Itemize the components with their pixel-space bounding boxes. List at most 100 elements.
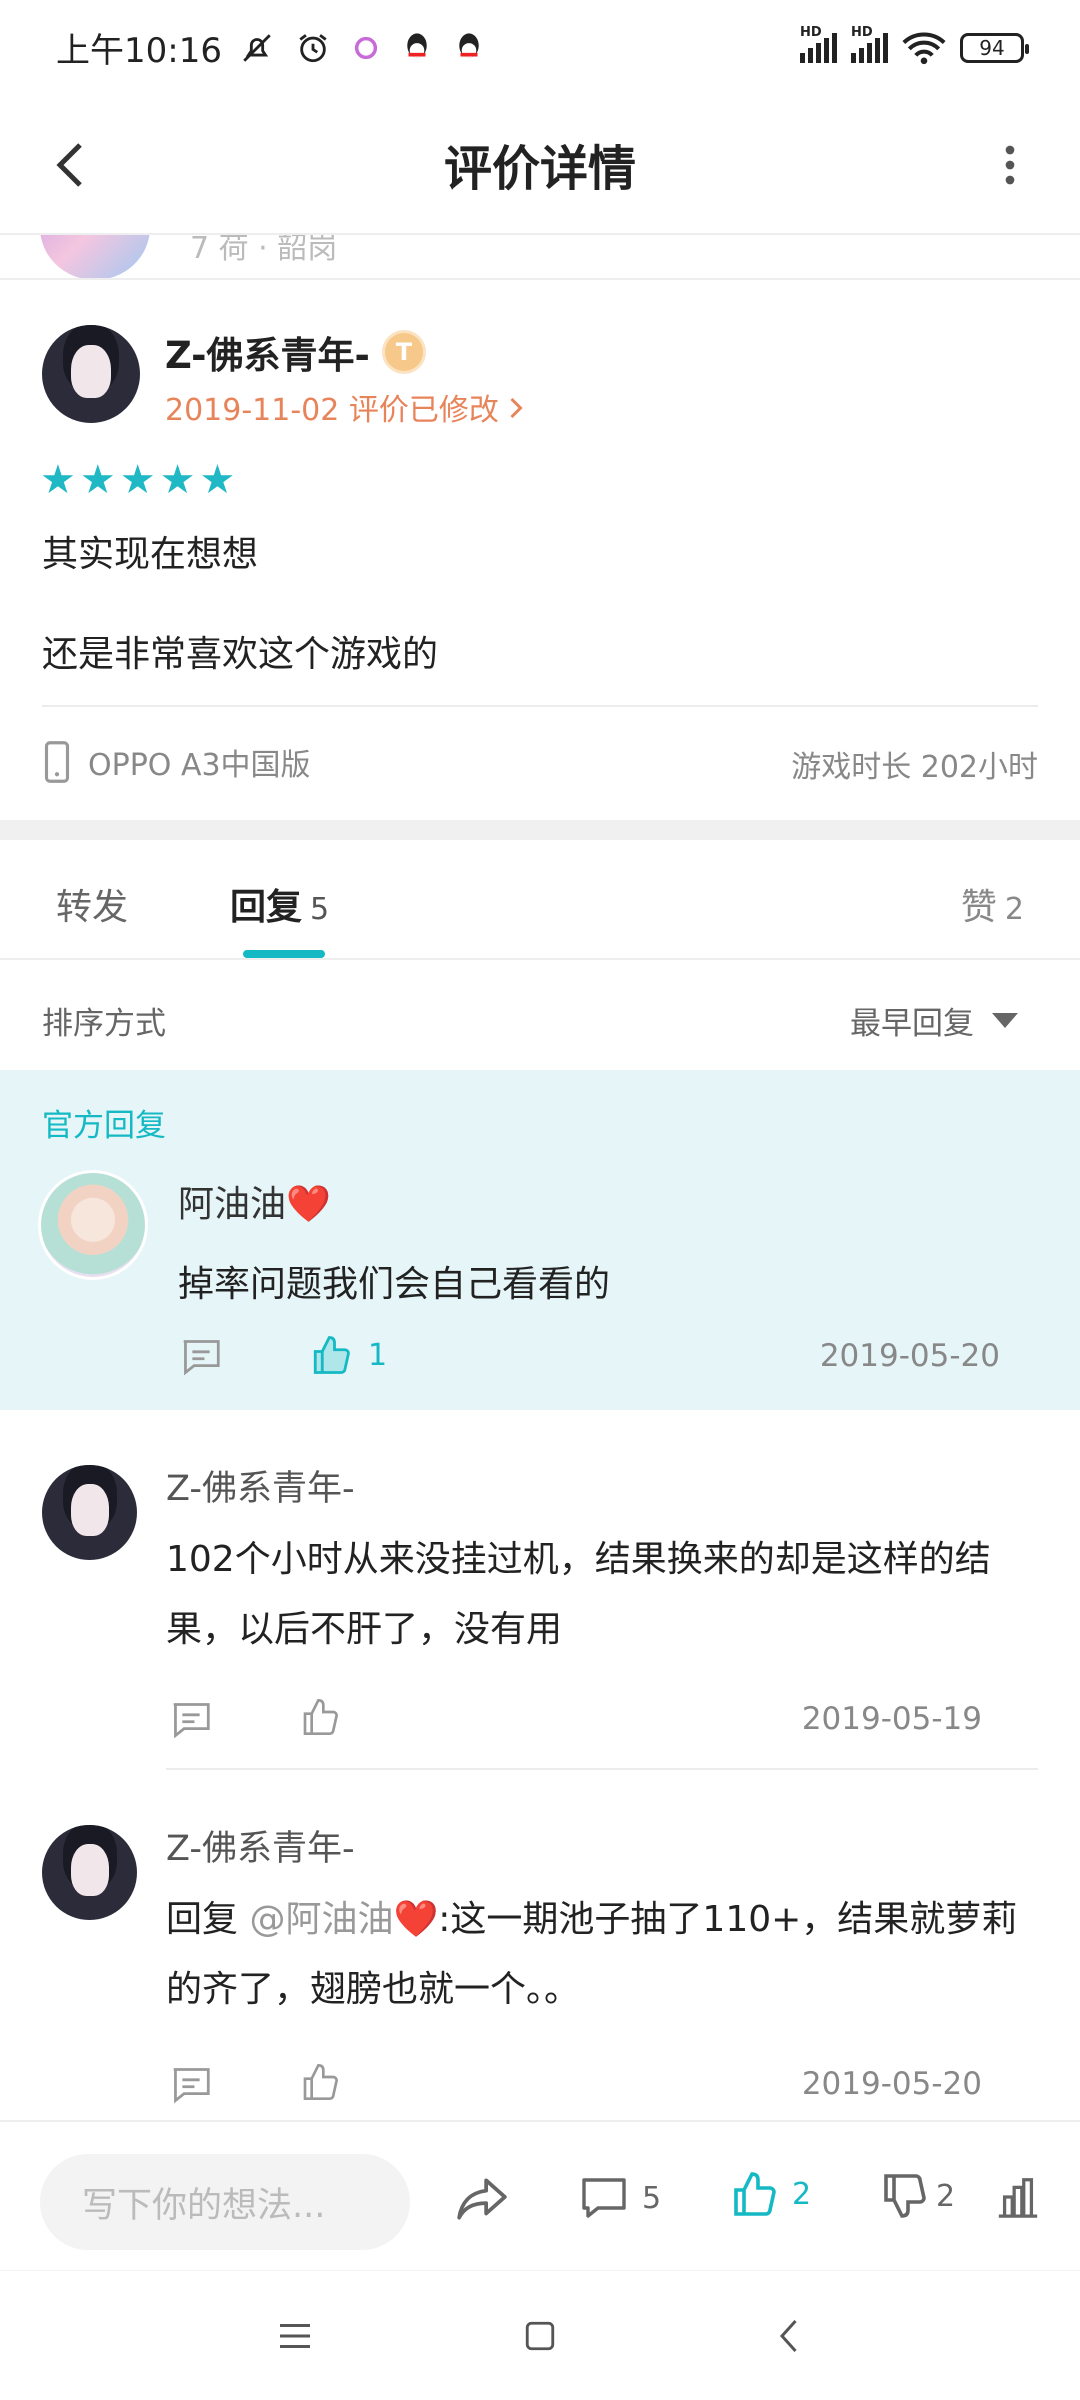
home-button[interactable] — [515, 2311, 565, 2361]
tab-bar: 转发 回复 5 赞2 — [0, 840, 1080, 960]
like-button[interactable] — [300, 2062, 340, 2102]
back-arrow-icon — [779, 2319, 797, 2353]
dislike-button[interactable]: 2 — [880, 2172, 955, 2220]
official-reply: 官方回复 阿油油❤️ 掉率问题我们会自己看看的 1 2019-05-20 — [0, 1070, 1080, 1410]
comment-input[interactable]: 写下你的想法... — [40, 2154, 410, 2250]
stats-button[interactable] — [995, 2174, 1041, 2224]
alarm-icon — [299, 33, 327, 62]
battery-indicator: 94 — [960, 32, 1029, 63]
phone-icon — [44, 741, 70, 783]
review-text-line: 还是非常喜欢这个游戏的 — [42, 634, 439, 675]
avatar[interactable] — [42, 325, 140, 423]
app-ring-icon — [354, 36, 378, 59]
tab-forward[interactable]: 转发 — [56, 878, 128, 930]
sort-bar: 排序方式 最早回复 — [0, 960, 1080, 1070]
star-icon: ★ — [119, 457, 156, 503]
thumbs-up-icon — [313, 1336, 350, 1374]
level-badge: T — [381, 330, 426, 374]
comment-author[interactable]: Z-佛系青年- — [166, 1820, 355, 1871]
username: Z-佛系青年- — [165, 334, 370, 377]
signal-icon: HD — [800, 25, 837, 63]
comment-button[interactable] — [170, 1701, 212, 1743]
thumbs-down-icon — [884, 2174, 926, 2218]
star-icon: ★ — [199, 457, 236, 503]
status-time: 上午10:16 — [56, 31, 222, 71]
device-info: OPPO A3中国版 — [42, 740, 311, 784]
avatar[interactable] — [42, 1825, 137, 1920]
review-text-line: 其实现在想想 — [42, 534, 259, 575]
reply-author[interactable]: 阿油油❤️ — [178, 1175, 331, 1227]
mention-link[interactable]: @阿油油❤️ — [249, 1899, 438, 1940]
active-tab-indicator — [243, 950, 325, 958]
review-author[interactable]: Z-佛系青年- T — [165, 325, 426, 379]
qq-icon — [407, 32, 427, 58]
avatar[interactable] — [38, 1170, 148, 1280]
wifi-icon — [902, 31, 946, 64]
review-date-edited[interactable]: 2019-11-02 评价已修改 — [165, 385, 524, 429]
star-icon: ★ — [79, 457, 116, 503]
section-separator — [0, 820, 1080, 840]
comment-button[interactable] — [170, 2066, 212, 2108]
device-name: OPPO A3中国版 — [88, 748, 311, 783]
bottom-action-bar: 写下你的想法... 5 2 2 — [0, 2120, 1080, 2270]
share-icon — [457, 2178, 507, 2220]
comment-icon — [582, 2178, 626, 2218]
notification-icons — [240, 31, 484, 65]
comment-actions: 2019-05-19 — [170, 1695, 982, 1745]
reply-text: 掉率问题我们会自己看看的 — [178, 1264, 611, 1305]
comment-icon — [183, 1340, 220, 1376]
dropdown-arrow-icon — [992, 1013, 1018, 1028]
avatar[interactable] — [42, 1465, 137, 1560]
back-button[interactable] — [40, 135, 100, 195]
comment-author[interactable]: Z-佛系青年- — [166, 1460, 355, 1511]
comment-icon — [173, 1703, 210, 1739]
reply-actions: 1 2019-05-20 — [180, 1332, 1000, 1382]
star-icon: ★ — [159, 457, 196, 503]
chevron-right-icon — [510, 397, 524, 419]
star-icon: ★ — [40, 457, 76, 503]
comment-item: Z-佛系青年- 回复 @阿油油❤️:这一期池子抽了110+，结果就萝莉的齐了，翅… — [0, 1770, 1080, 2120]
menu-button[interactable] — [270, 2311, 320, 2361]
playtime: 游戏时长 202小时 — [791, 750, 1038, 785]
mute-bell-icon — [243, 33, 271, 62]
more-options-button[interactable] — [980, 135, 1040, 195]
comment-date: 2019-05-19 — [801, 1701, 982, 1737]
reply-prefix: 回复 — [166, 1899, 250, 1940]
star-rating: ★ ★ ★ ★ ★ — [40, 460, 235, 500]
share-button[interactable] — [455, 2174, 509, 2228]
system-icons: HD HD 94 — [800, 25, 1029, 65]
comment-text: 回复 @阿油油❤️:这一期池子抽了110+，结果就萝莉的齐了，翅膀也就一个。。 — [166, 1885, 1046, 2025]
menu-icon — [280, 2324, 310, 2348]
like-button[interactable]: 1 — [310, 1334, 387, 1376]
home-square-icon — [525, 2321, 555, 2351]
thumbs-up-icon — [734, 2172, 776, 2216]
comment-actions: 2019-05-20 — [170, 2060, 982, 2110]
comment-item: Z-佛系青年- 102个小时从来没挂过机，结果换来的却是这样的结果，以后不肝了，… — [0, 1410, 1080, 1770]
thumbs-up-icon — [303, 2063, 339, 2100]
comment-icon — [173, 2068, 210, 2104]
chevron-left-icon — [56, 143, 82, 187]
status-bar: 上午10:16 HD HD 94 — [0, 0, 1080, 95]
thumbs-up-icon — [303, 1698, 339, 1735]
qq-icon — [459, 32, 479, 58]
back-nav-button[interactable] — [763, 2311, 813, 2361]
like-button[interactable]: 2 — [730, 2170, 811, 2218]
divider — [42, 705, 1038, 707]
bar-chart-icon — [998, 2178, 1038, 2218]
sort-label: 排序方式 — [42, 1006, 166, 1042]
system-nav-bar — [0, 2270, 1080, 2400]
review-card: Z-佛系青年- T 2019-11-02 评价已修改 ★ ★ ★ ★ ★ 其实现在想想 … — [0, 280, 1080, 820]
tab-reply[interactable]: 回复 5 — [230, 878, 329, 930]
app-bar: 评价详情 — [0, 95, 1080, 235]
comment-button[interactable] — [180, 1338, 222, 1380]
sort-dropdown[interactable]: 最早回复 — [850, 998, 1018, 1043]
like-button[interactable] — [300, 1697, 340, 1737]
official-reply-tag: 官方回复 — [42, 1108, 166, 1144]
comment-text: 102个小时从来没挂过机，结果换来的却是这样的结果，以后不肝了，没有用 — [166, 1539, 991, 1650]
tab-like[interactable]: 赞2 — [961, 878, 1024, 930]
comments-button[interactable]: 5 — [580, 2174, 661, 2222]
page-title: 评价详情 — [443, 141, 636, 197]
comment-date: 2019-05-20 — [801, 2066, 982, 2102]
signal-icon: HD — [851, 25, 888, 63]
reply-date: 2019-05-20 — [819, 1338, 1000, 1374]
